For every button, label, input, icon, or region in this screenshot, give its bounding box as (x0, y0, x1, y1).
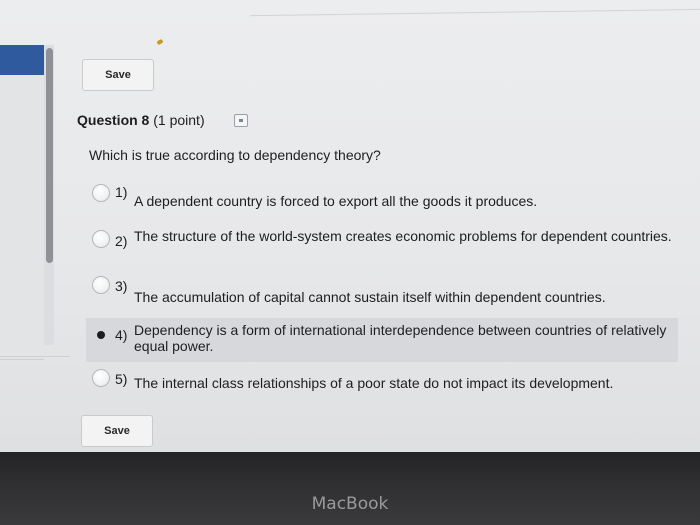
question-points: (1 point) (153, 112, 205, 128)
radio-option-1[interactable] (92, 184, 110, 202)
top-divider (250, 8, 700, 17)
answer-option-4[interactable]: 4) Dependency is a form of international… (86, 318, 678, 362)
option-text: Dependency is a form of international in… (134, 322, 667, 354)
answer-option-3[interactable]: 3) The accumulation of capital cannot su… (86, 274, 678, 310)
question-number: Question 8 (77, 112, 150, 128)
save-button-bottom[interactable]: Save (81, 415, 153, 447)
option-number: 4) (115, 327, 128, 343)
radio-option-5[interactable] (92, 369, 110, 387)
option-number: 5) (115, 371, 128, 387)
option-number: 2) (115, 233, 128, 249)
save-button-top[interactable]: Save (82, 59, 154, 91)
laptop-bezel (0, 452, 700, 525)
flag-question-icon[interactable] (234, 114, 248, 127)
question-text: Which is true according to dependency th… (89, 147, 381, 163)
pen-icon (156, 38, 164, 46)
radio-option-3[interactable] (92, 276, 110, 294)
answer-option-2[interactable]: 2) The structure of the world-system cre… (86, 224, 678, 268)
option-text: A dependent country is forced to export … (134, 193, 538, 209)
device-brand-logo: MacBook (311, 494, 389, 514)
radio-option-2[interactable] (92, 230, 110, 248)
option-text: The accumulation of capital cannot susta… (134, 289, 606, 305)
option-number: 3) (115, 278, 128, 294)
answer-option-5[interactable]: 5) The internal class relationships of a… (86, 368, 678, 398)
quiz-screen: Save Question 8 (1 point) Which is true … (0, 0, 700, 452)
answer-option-1[interactable]: 1) A dependent country is forced to expo… (86, 180, 678, 216)
question-title: Question 8 (1 point) (77, 112, 205, 128)
radio-option-4[interactable] (92, 326, 110, 344)
option-text: The internal class relationships of a po… (134, 375, 614, 391)
left-divider (0, 356, 70, 357)
left-nav-accent (0, 45, 44, 75)
option-number: 1) (115, 184, 128, 200)
scrollbar-thumb[interactable] (46, 48, 53, 263)
option-text: The structure of the world-system create… (134, 228, 672, 244)
left-nav-panel (0, 75, 44, 360)
